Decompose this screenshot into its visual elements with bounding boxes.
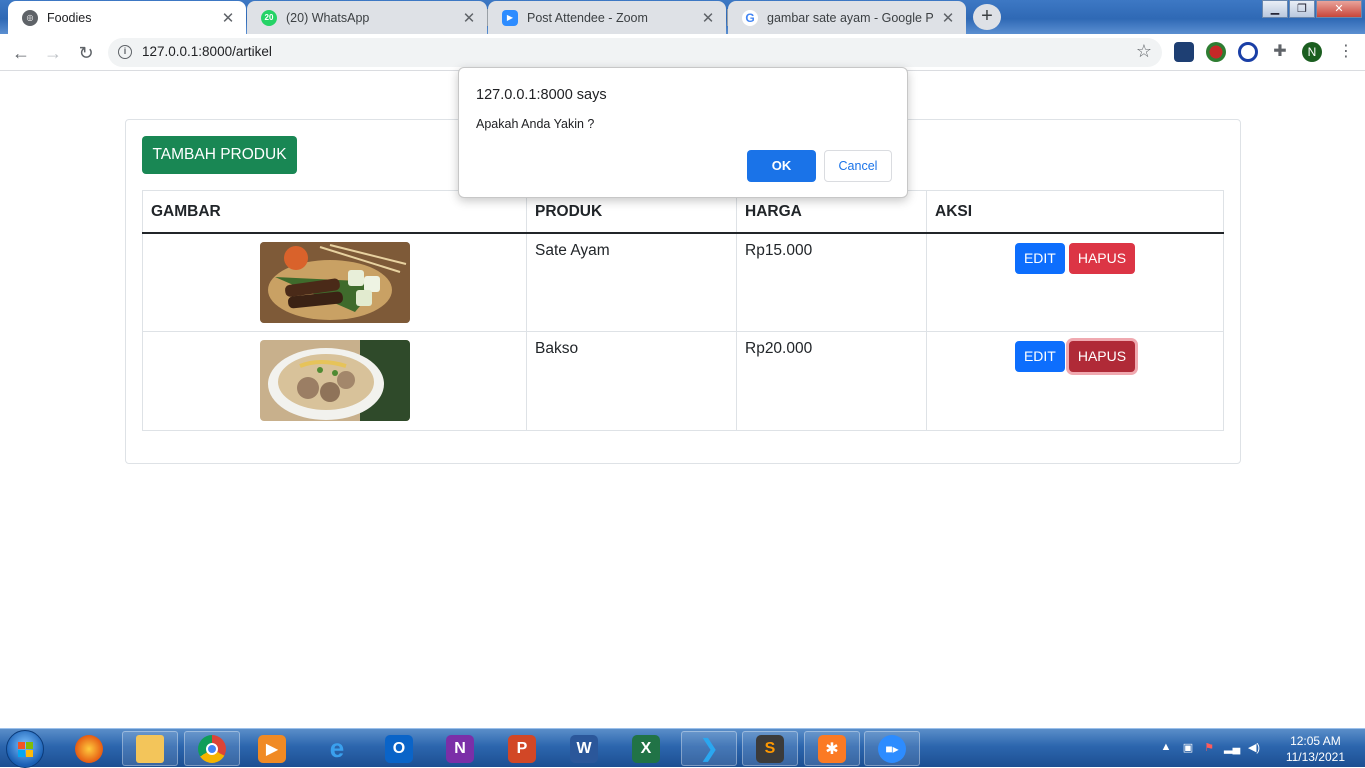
action-center-icon[interactable]: ⚑	[1202, 741, 1216, 755]
powerpoint-icon: P	[508, 734, 536, 763]
forward-icon[interactable]: →	[41, 41, 65, 65]
action-cell: EDIT HAPUS	[926, 232, 1224, 332]
edit-button[interactable]: EDIT	[1014, 242, 1065, 274]
clock-date: 11/13/2021	[1285, 750, 1345, 764]
taskbar-file-explorer[interactable]	[122, 731, 178, 766]
excel-icon: X	[632, 734, 660, 763]
taskbar-xampp[interactable]: ✱	[804, 731, 860, 766]
tab-strip: ◎ Foodies ✕ 20 (20) WhatsApp ✕ ▶ Post At…	[0, 0, 1365, 34]
product-name: Bakso	[526, 331, 737, 431]
volume-icon[interactable]: ◀)	[1247, 741, 1261, 755]
tab-title: Post Attendee - Zoom	[527, 10, 648, 25]
edit-button[interactable]: EDIT	[1014, 341, 1065, 372]
zoom-icon: ■▸	[878, 734, 906, 763]
minimize-icon[interactable]: ▁	[1262, 0, 1288, 18]
clapperboard-extension-icon[interactable]	[1174, 42, 1194, 62]
table-row: Sate Ayam Rp15.000 EDIT HAPUS	[142, 232, 1224, 332]
tab-google-search[interactable]: G gambar sate ayam - Google Pene ✕	[728, 1, 966, 34]
close-window-icon[interactable]: ✕	[1316, 0, 1362, 18]
address-bar[interactable]: i 127.0.0.1:8000/artikel ☆	[108, 38, 1162, 67]
chrome-icon	[198, 734, 226, 763]
show-hidden-icons-icon[interactable]: ▲	[1159, 741, 1173, 755]
tab-foodies[interactable]: ◎ Foodies ✕	[8, 1, 246, 34]
column-header-aksi: AKSI	[926, 190, 1224, 234]
close-tab-icon[interactable]: ✕	[700, 9, 716, 27]
taskbar-vscode[interactable]: ❯	[681, 731, 737, 766]
vscode-icon: ❯	[698, 735, 720, 762]
taskbar-word[interactable]: W	[556, 731, 612, 766]
ok-button[interactable]: OK	[747, 150, 816, 182]
taskbar-firefox[interactable]	[61, 731, 117, 766]
taskbar-powerpoint[interactable]: P	[494, 731, 550, 766]
browser-toolbar: ← → ↻ i 127.0.0.1:8000/artikel ☆ ✚ N ⋮	[0, 34, 1365, 71]
taskbar-outlook[interactable]: O	[371, 731, 427, 766]
close-tab-icon[interactable]: ✕	[940, 9, 956, 27]
reload-icon[interactable]: ↻	[74, 41, 98, 65]
restore-icon[interactable]: ❐	[1289, 0, 1315, 18]
windows-logo-icon	[18, 742, 34, 758]
puzzle-extensions-icon[interactable]: ✚	[1270, 42, 1290, 62]
product-name: Sate Ayam	[526, 232, 737, 332]
dialog-message: Apakah Anda Yakin ?	[476, 117, 595, 131]
site-info-icon[interactable]: i	[118, 45, 132, 59]
ladybug-extension-icon[interactable]	[1206, 42, 1226, 62]
taskbar-media-player[interactable]: ▶	[244, 731, 300, 766]
taskbar-onenote[interactable]: N	[432, 731, 488, 766]
taskbar-clock[interactable]: 12:05 AM 11/13/2021	[1286, 733, 1345, 765]
clock-time: 12:05 AM	[1290, 734, 1341, 748]
delete-button[interactable]: HAPUS	[1068, 341, 1136, 372]
sublime-text-icon: S	[756, 734, 784, 763]
word-icon: W	[570, 734, 598, 763]
taskbar-sublime-text[interactable]: S	[742, 731, 798, 766]
confirm-dialog: 127.0.0.1:8000 says Apakah Anda Yakin ? …	[458, 67, 908, 198]
table-row: Bakso Rp20.000 EDIT HAPUS	[142, 331, 1224, 431]
profile-avatar[interactable]: N	[1302, 42, 1322, 62]
product-price: Rp20.000	[736, 331, 927, 431]
tab-whatsapp[interactable]: 20 (20) WhatsApp ✕	[247, 1, 487, 34]
outlook-icon: O	[385, 734, 413, 763]
network-signal-icon[interactable]: ▂▄	[1224, 741, 1240, 755]
tab-title: Foodies	[47, 10, 92, 25]
url-text[interactable]: 127.0.0.1:8000/artikel	[142, 44, 272, 59]
product-price: Rp15.000	[736, 232, 927, 332]
onenote-icon: N	[446, 734, 474, 763]
bakso-photo	[259, 340, 410, 421]
bookmark-star-icon[interactable]: ☆	[1136, 41, 1152, 62]
start-button[interactable]	[6, 730, 44, 768]
globe-icon: ◎	[22, 9, 38, 26]
taskbar-internet-explorer[interactable]: e	[309, 731, 365, 766]
media-player-icon: ▶	[258, 734, 286, 763]
taskbar-excel[interactable]: X	[618, 731, 674, 766]
tab-zoom[interactable]: ▶ Post Attendee - Zoom ✕	[488, 1, 726, 34]
internet-explorer-icon: e	[329, 733, 345, 763]
system-tray: ▲ ▣ ⚑ ▂▄ ◀) 12:05 AM 11/13/2021	[1155, 729, 1365, 768]
action-cell: EDIT HAPUS	[926, 331, 1224, 431]
xampp-icon: ✱	[818, 734, 846, 763]
zoom-icon: ▶	[502, 9, 518, 26]
close-tab-icon[interactable]: ✕	[220, 9, 236, 27]
google-icon: G	[742, 9, 758, 26]
image-cell	[142, 232, 527, 332]
delete-button[interactable]: HAPUS	[1068, 242, 1136, 274]
sate-ayam-photo	[259, 241, 410, 323]
record-extension-icon[interactable]	[1238, 42, 1258, 62]
taskbar: ▶ e O N P W X ❯ S ✱ ■▸ ▲ ▣ ⚑ ▂▄ ◀) 12:05…	[0, 728, 1365, 768]
taskbar-zoom[interactable]: ■▸	[864, 731, 920, 766]
new-tab-button[interactable]: +	[973, 4, 1001, 30]
back-icon[interactable]: ←	[9, 41, 33, 65]
whatsapp-icon: 20	[261, 9, 277, 26]
close-tab-icon[interactable]: ✕	[461, 9, 477, 27]
tab-title: gambar sate ayam - Google Pene	[767, 10, 934, 25]
device-icon[interactable]: ▣	[1181, 741, 1195, 755]
taskbar-chrome[interactable]	[184, 731, 240, 766]
product-table: GAMBAR PRODUK HARGA AKSI Sate Ayam Rp15.…	[142, 190, 1224, 431]
add-product-button[interactable]: TAMBAH PRODUK	[142, 136, 297, 174]
menu-kebab-icon[interactable]: ⋮	[1338, 42, 1354, 62]
firefox-icon	[75, 734, 103, 763]
image-cell	[142, 331, 527, 431]
cancel-button[interactable]: Cancel	[824, 150, 892, 182]
folder-icon	[136, 734, 164, 763]
tab-title: (20) WhatsApp	[286, 10, 370, 25]
dialog-origin: 127.0.0.1:8000 says	[476, 87, 607, 103]
